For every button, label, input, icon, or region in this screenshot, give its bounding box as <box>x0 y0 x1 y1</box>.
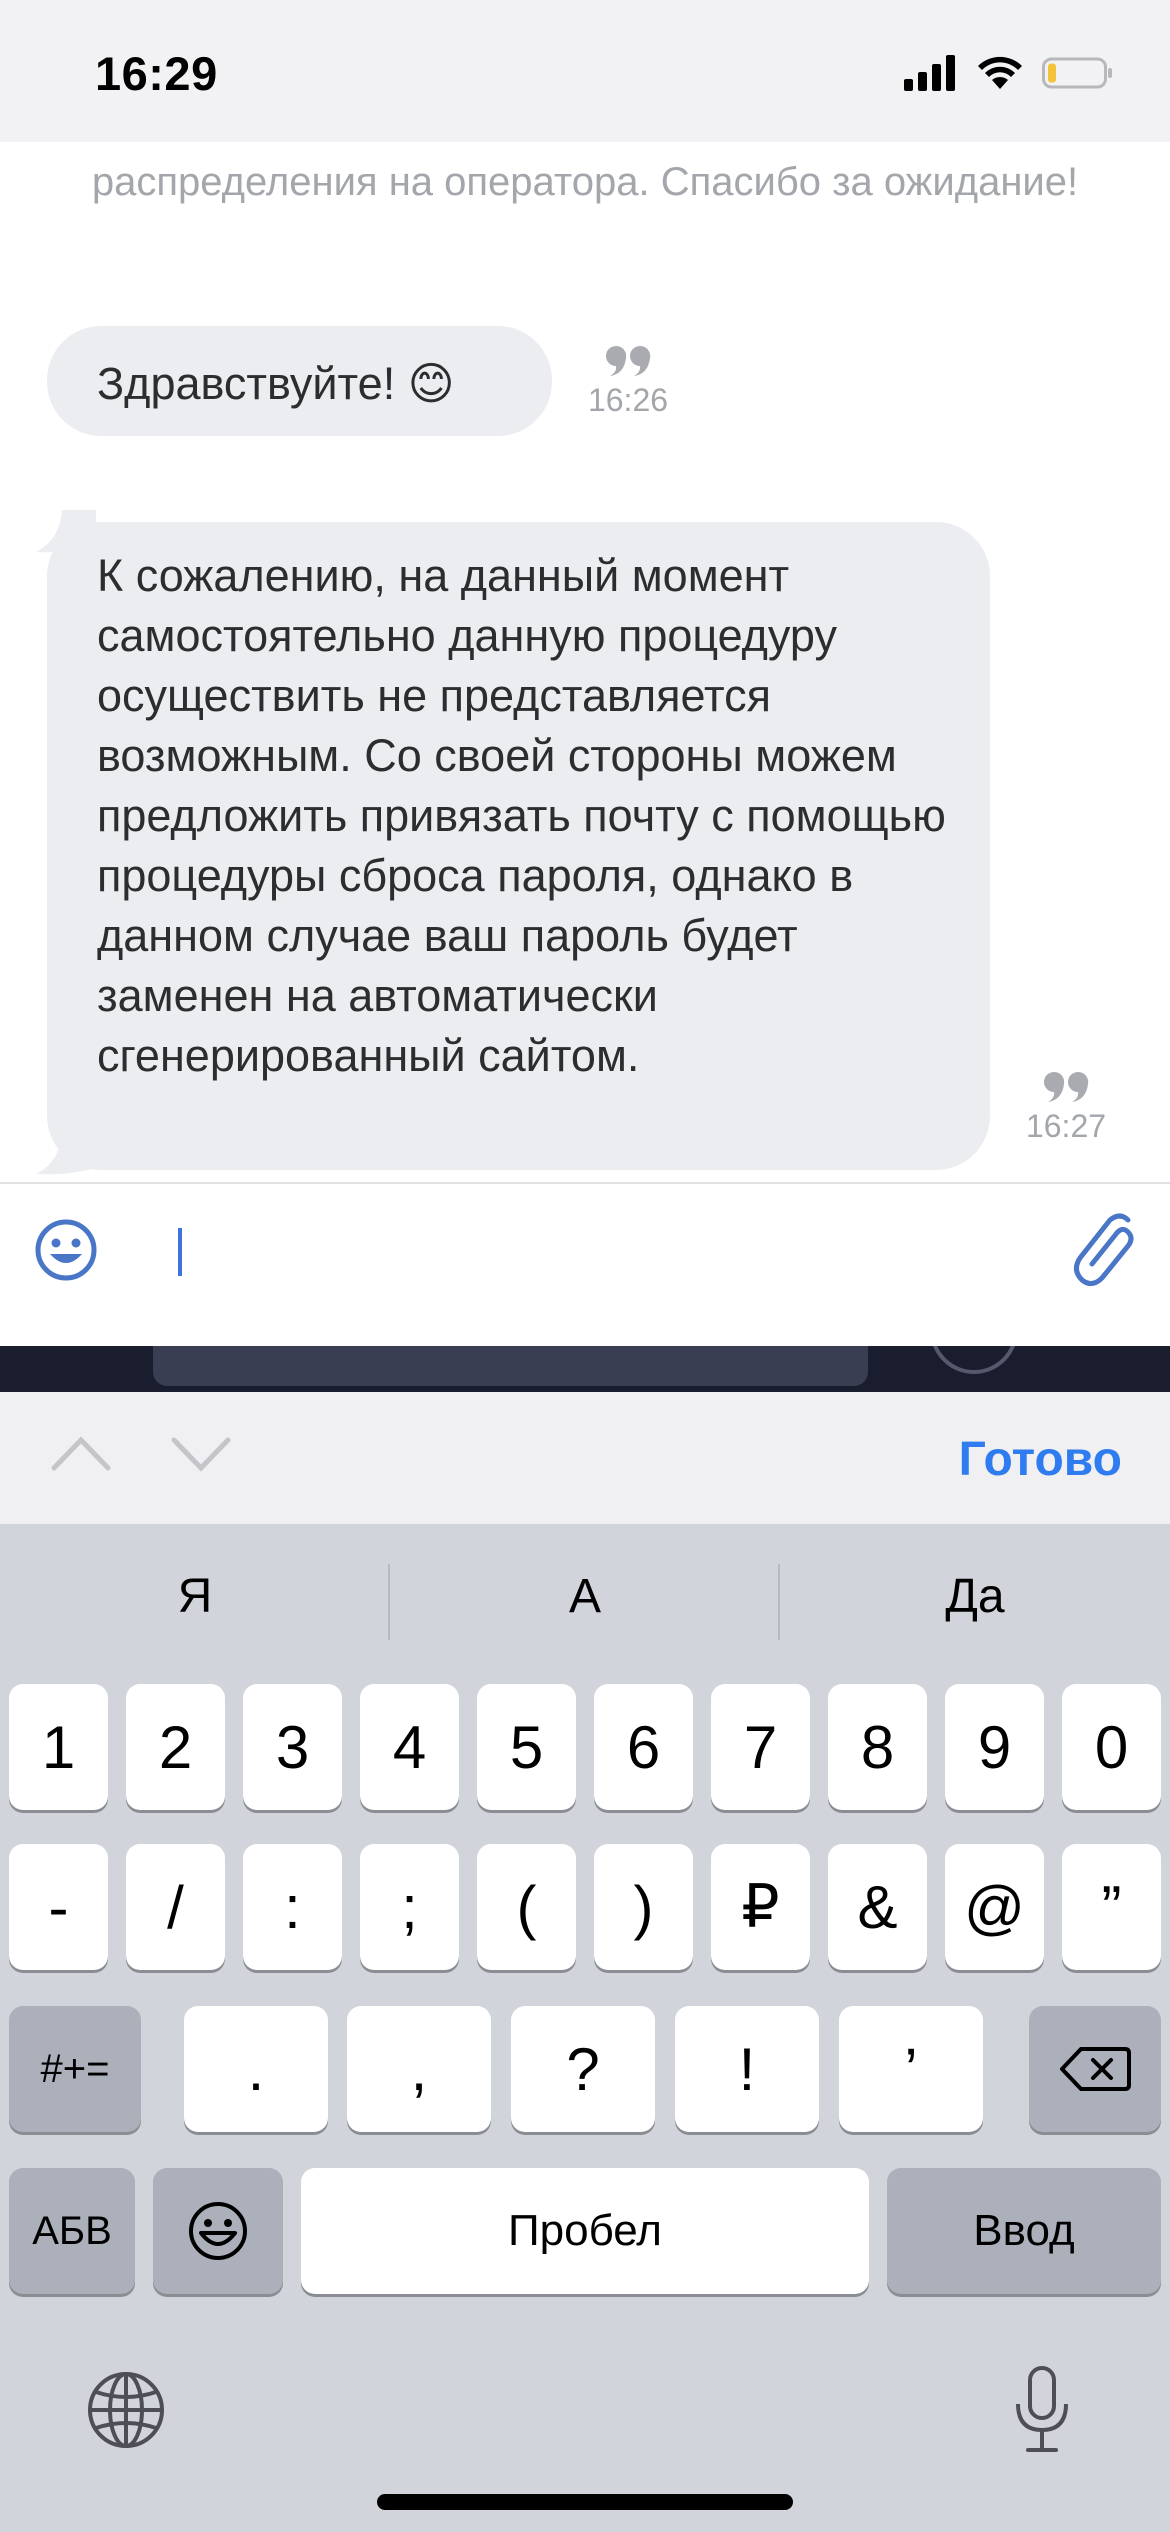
return-key[interactable]: Ввод <box>887 2168 1161 2294</box>
key-3[interactable]: 3 <box>243 1684 342 1810</box>
status-time: 16:29 <box>95 47 218 100</box>
battery-icon <box>1042 57 1112 89</box>
key-close-paren[interactable]: ) <box>594 1844 693 1970</box>
key-period[interactable]: . <box>184 2006 328 2132</box>
status-icons <box>904 50 1114 96</box>
status-bar: 16:29 <box>0 0 1170 142</box>
key-hyphen[interactable]: - <box>9 1844 108 1970</box>
key-comma[interactable]: , <box>347 2006 491 2132</box>
message-input-bar <box>0 1182 1170 1348</box>
key-semicolon[interactable]: ; <box>360 1844 459 1970</box>
emoji-keyboard-key[interactable] <box>153 2168 283 2294</box>
suggestion-bar: Я А Да <box>0 1524 1170 1669</box>
suggestion-item[interactable]: Я <box>0 1524 390 1669</box>
key-at[interactable]: @ <box>945 1844 1044 1970</box>
key-quote[interactable]: ” <box>1062 1844 1161 1970</box>
key-0[interactable]: 0 <box>1062 1684 1161 1810</box>
message-meta: 16:26 <box>578 342 678 419</box>
wifi-icon <box>978 56 1022 89</box>
delete-key[interactable] <box>1029 2006 1161 2132</box>
message-text: Здравствуйте! 😊 <box>97 358 455 409</box>
keyboard-accessory-bar: Готово <box>0 1392 1170 1525</box>
read-receipt-icon <box>1044 1071 1089 1102</box>
underlay-circle <box>930 1346 1018 1374</box>
key-ampersand[interactable]: & <box>828 1844 927 1970</box>
message-text: К сожалению, на данный момент самостояте… <box>97 550 946 1081</box>
system-message: распределения на оператора. Спасибо за о… <box>91 160 1079 204</box>
underlay-content <box>0 1346 1170 1392</box>
key-9[interactable]: 9 <box>945 1684 1044 1810</box>
chevron-down-icon[interactable] <box>170 1432 232 1476</box>
paperclip-icon[interactable] <box>1070 1210 1140 1292</box>
message-input[interactable] <box>178 1228 182 1276</box>
message-bubble-incoming[interactable]: Здравствуйте! 😊 <box>47 326 552 436</box>
microphone-icon[interactable] <box>1010 2364 1074 2456</box>
key-open-paren[interactable]: ( <box>477 1844 576 1970</box>
message-meta: 16:27 <box>1016 1068 1116 1145</box>
backspace-icon <box>1060 2047 1131 2091</box>
key-exclamation[interactable]: ! <box>675 2006 819 2132</box>
space-key[interactable]: Пробел <box>301 2168 869 2294</box>
cellular-signal-icon <box>904 55 955 91</box>
message-time: 16:26 <box>587 382 669 418</box>
emoji-icon[interactable] <box>34 1218 98 1282</box>
underlay-field <box>153 1346 868 1386</box>
keyboard: Я А Да 1 2 3 4 5 6 7 8 9 0 - / : ; ( ) ₽… <box>0 1524 1170 2532</box>
symbols-key[interactable]: #+= <box>9 2006 141 2132</box>
key-colon[interactable]: : <box>243 1844 342 1970</box>
globe-icon[interactable] <box>86 2370 166 2450</box>
abc-key[interactable]: АБВ <box>9 2168 135 2294</box>
key-5[interactable]: 5 <box>477 1684 576 1810</box>
key-1[interactable]: 1 <box>9 1684 108 1810</box>
key-6[interactable]: 6 <box>594 1684 693 1810</box>
key-4[interactable]: 4 <box>360 1684 459 1810</box>
read-receipt-icon <box>606 345 651 376</box>
message-bubble-incoming[interactable]: К сожалению, на данный момент самостояте… <box>47 522 990 1170</box>
suggestion-item[interactable]: Да <box>780 1524 1170 1669</box>
key-slash[interactable]: / <box>126 1844 225 1970</box>
key-8[interactable]: 8 <box>828 1684 927 1810</box>
suggestion-item[interactable]: А <box>390 1524 780 1669</box>
key-7[interactable]: 7 <box>711 1684 810 1810</box>
done-button[interactable]: Готово <box>959 1432 1122 1487</box>
message-time: 16:27 <box>1025 1108 1107 1144</box>
chat-messages[interactable]: распределения на оператора. Спасибо за о… <box>0 142 1170 1182</box>
key-apostrophe[interactable]: ’ <box>839 2006 983 2132</box>
key-question[interactable]: ? <box>511 2006 655 2132</box>
chevron-up-icon[interactable] <box>50 1432 112 1476</box>
key-ruble[interactable]: ₽ <box>711 1844 810 1970</box>
key-2[interactable]: 2 <box>126 1684 225 1810</box>
emoji-icon <box>189 2202 247 2260</box>
home-indicator[interactable] <box>377 2494 793 2510</box>
